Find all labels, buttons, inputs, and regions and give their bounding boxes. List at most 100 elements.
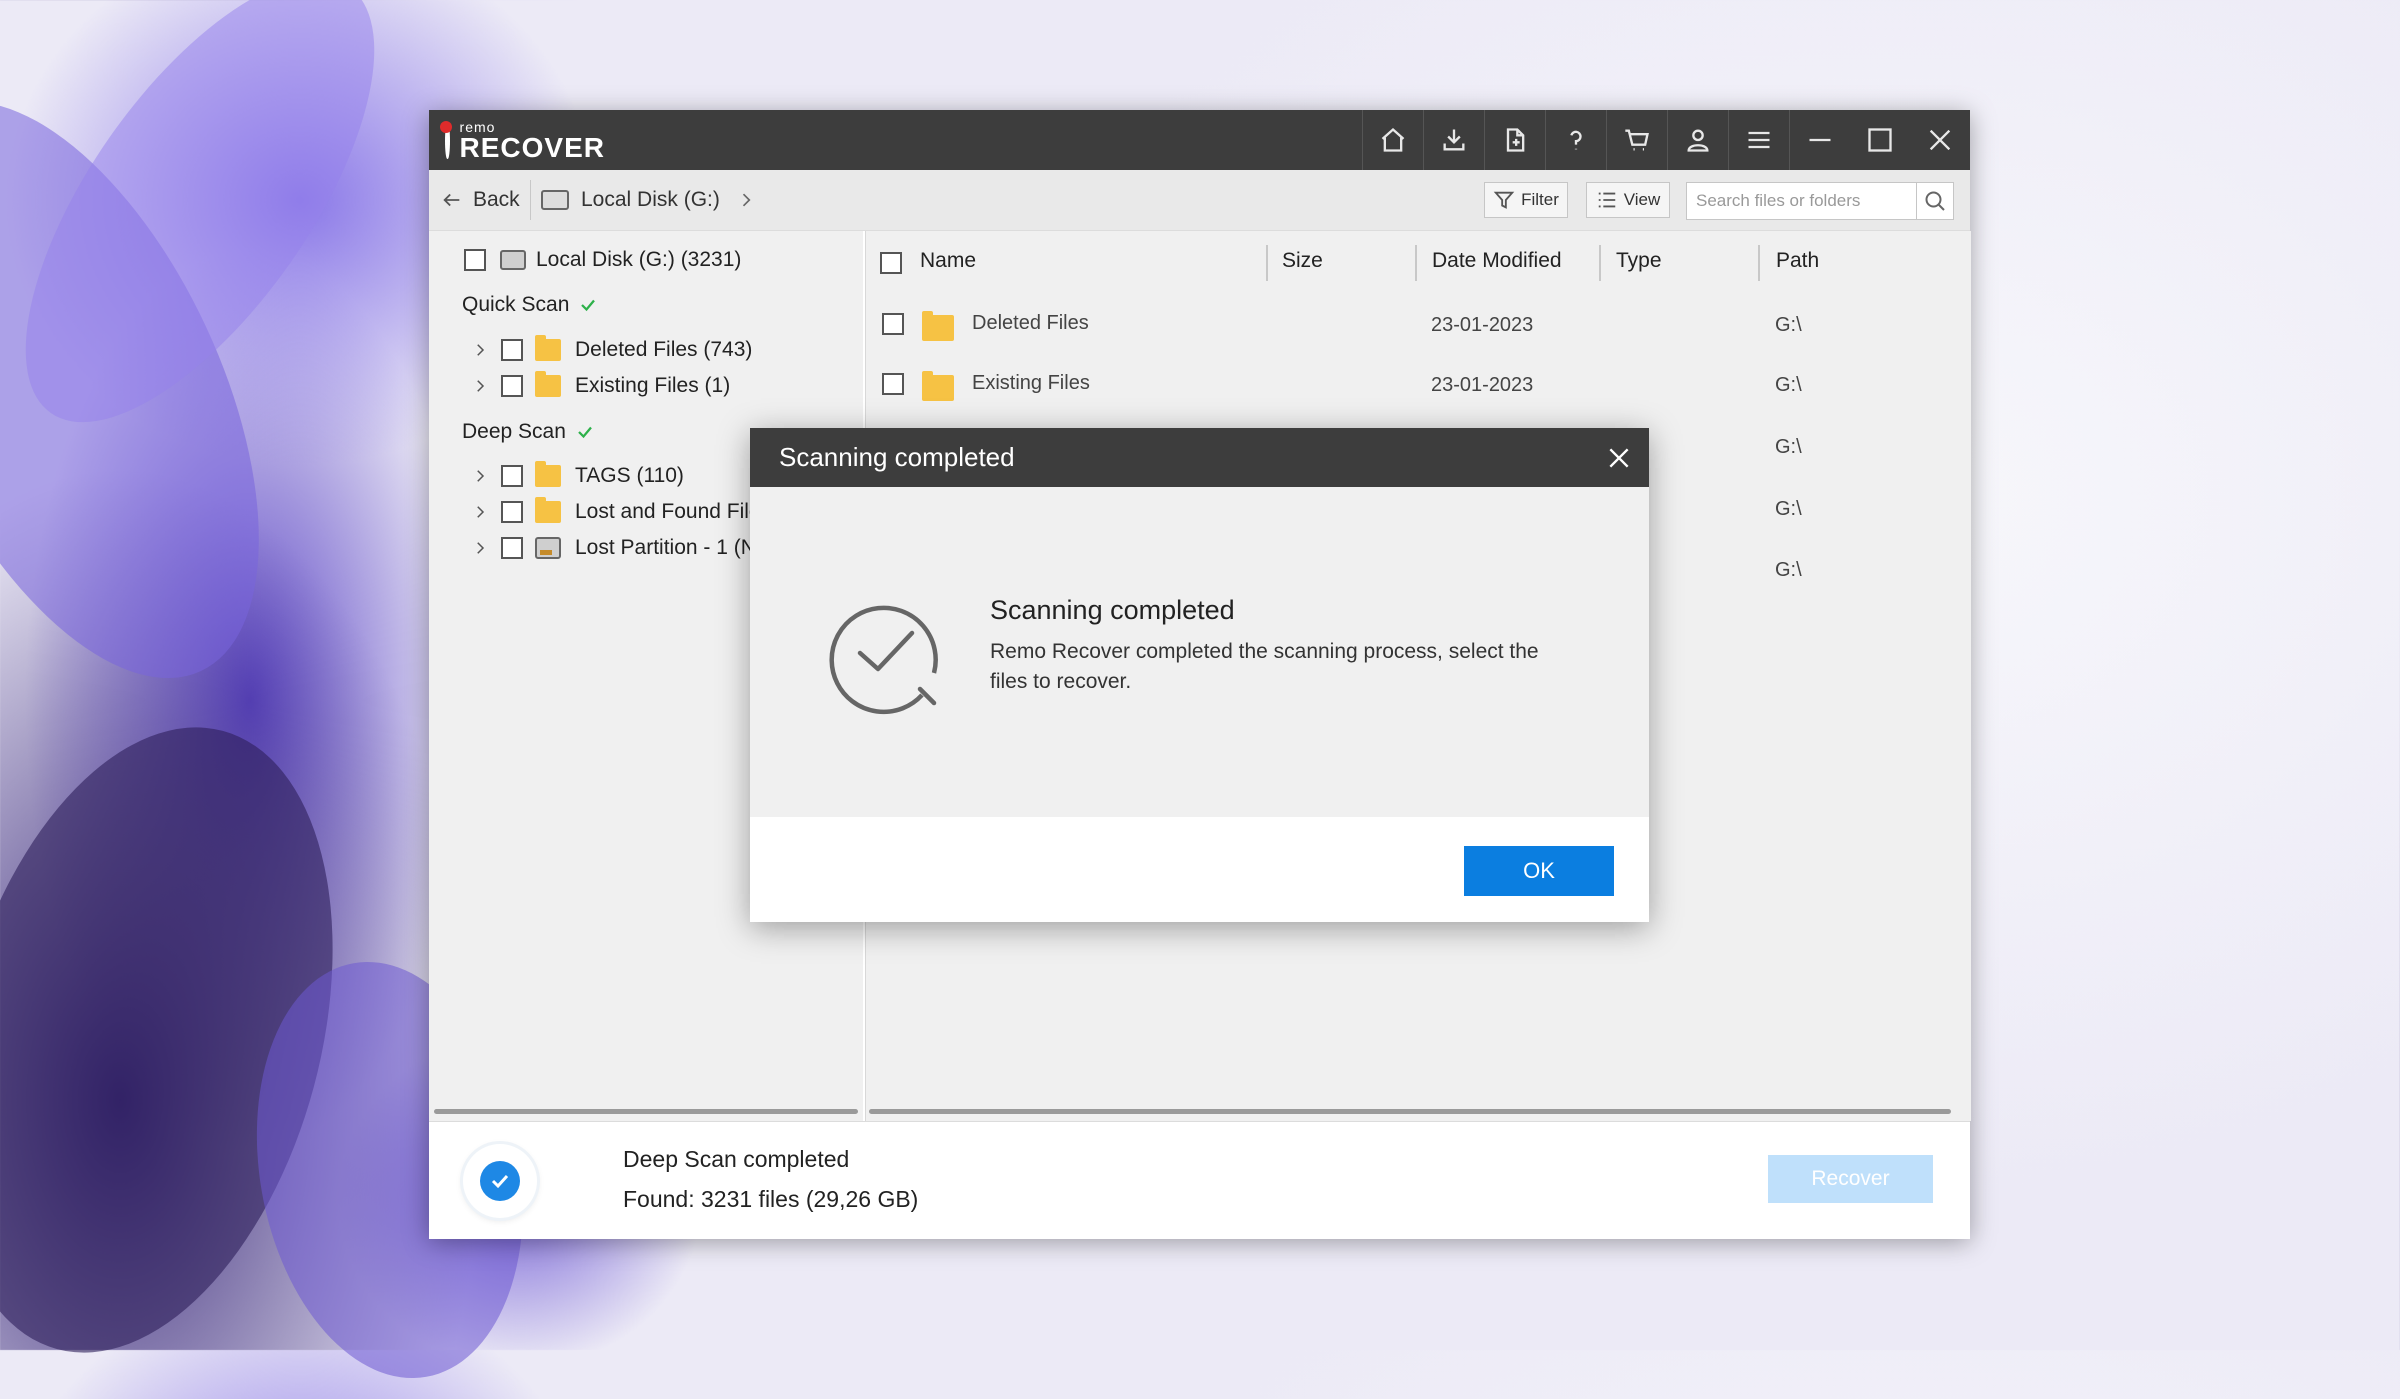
column-header-name[interactable]: Name — [920, 249, 976, 273]
chevron-right-icon[interactable] — [471, 377, 489, 395]
ok-button[interactable]: OK — [1464, 846, 1614, 896]
column-header-path[interactable]: Path — [1776, 249, 1819, 273]
user-icon — [1687, 129, 1709, 152]
checkbox[interactable] — [882, 373, 904, 395]
drive-icon — [500, 250, 526, 270]
column-divider[interactable] — [1415, 245, 1417, 281]
view-button[interactable]: View — [1586, 182, 1670, 218]
tree-item-label: Deleted Files (743) — [575, 338, 753, 361]
home-button[interactable] — [1362, 110, 1423, 170]
logo-big-text: RECOVER — [459, 132, 605, 163]
folder-icon — [535, 461, 561, 487]
tree-item-deleted-files[interactable]: Deleted Files (743) — [471, 335, 752, 365]
recover-button[interactable]: Recover — [1768, 1155, 1933, 1203]
arrow-left-icon — [443, 193, 460, 207]
checkbox[interactable] — [464, 249, 486, 271]
dialog-title-bar: Scanning completed — [750, 428, 1649, 487]
account-button[interactable] — [1667, 110, 1728, 170]
column-divider[interactable] — [1758, 245, 1760, 281]
column-divider[interactable] — [1266, 245, 1268, 281]
view-label: View — [1623, 190, 1661, 209]
chevron-right-icon — [742, 193, 751, 207]
checkmark-icon — [578, 426, 592, 439]
quick-scan-heading: Quick Scan — [462, 293, 597, 317]
list-view-icon — [1598, 192, 1615, 208]
folder-icon — [922, 311, 954, 341]
filter-icon — [1493, 191, 1515, 209]
back-button[interactable]: Back — [441, 184, 520, 216]
folder-icon — [922, 371, 954, 401]
table-header: Name Size Date Modified Type Path — [866, 231, 1971, 295]
partition-icon — [535, 537, 561, 559]
close-icon — [1929, 129, 1951, 151]
column-header-date[interactable]: Date Modified — [1432, 249, 1562, 273]
dialog-footer: OK — [750, 817, 1649, 922]
checkbox[interactable] — [501, 537, 523, 559]
folder-icon — [535, 497, 561, 523]
scan-complete-icon — [829, 605, 938, 715]
filter-button[interactable]: Filter — [1484, 182, 1568, 218]
drive-icon — [541, 190, 569, 210]
chevron-right-icon[interactable] — [471, 467, 489, 485]
help-button[interactable] — [1545, 110, 1606, 170]
column-header-size[interactable]: Size — [1282, 249, 1323, 273]
tree-item-tags[interactable]: TAGS (110) — [471, 461, 684, 491]
checkbox[interactable] — [501, 375, 523, 397]
column-header-type[interactable]: Type — [1616, 249, 1662, 273]
cell-path: G:\ — [1775, 374, 1802, 396]
menu-button[interactable] — [1728, 110, 1789, 170]
dialog-close-button[interactable] — [1603, 442, 1635, 474]
list-horizontal-scrollbar[interactable] — [869, 1109, 1951, 1114]
column-divider[interactable] — [1599, 245, 1601, 281]
dialog-message: Remo Recover completed the scanning proc… — [990, 640, 1539, 693]
download-icon — [1443, 129, 1465, 151]
download-button[interactable] — [1423, 110, 1484, 170]
checkbox[interactable] — [882, 313, 904, 335]
tree-horizontal-scrollbar[interactable] — [434, 1109, 858, 1114]
breadcrumb[interactable]: Local Disk (G:) — [541, 184, 756, 216]
select-all-checkbox[interactable] — [880, 252, 902, 274]
scan-complete-dialog: Scanning completed Scanning completed Re… — [750, 428, 1649, 922]
search-icon — [1925, 191, 1945, 211]
checkmark-icon — [581, 299, 596, 312]
chevron-right-icon[interactable] — [471, 341, 489, 359]
tree-item-existing-files[interactable]: Existing Files (1) — [471, 371, 730, 401]
title-bar: remo RECOVER — [429, 110, 1970, 170]
cell-date: 23-01-2023 — [1431, 314, 1534, 336]
minimize-icon — [1809, 138, 1831, 142]
logo-icon — [440, 121, 451, 159]
folder-icon — [535, 371, 561, 397]
tree-item-label: Existing Files (1) — [575, 374, 731, 397]
cart-button[interactable] — [1606, 110, 1667, 170]
folder-icon — [535, 335, 561, 361]
chevron-right-icon[interactable] — [471, 539, 489, 557]
deep-scan-heading: Deep Scan — [462, 420, 594, 444]
checkbox[interactable] — [501, 465, 523, 487]
status-bar: Deep Scan completed Found: 3231 files (2… — [429, 1121, 1970, 1239]
search-button[interactable] — [1916, 183, 1953, 219]
tree-item-lost-and-found[interactable]: Lost and Found Files — [471, 497, 771, 527]
tree-root-disk[interactable]: Local Disk (G:) (3231) — [464, 245, 741, 275]
minimize-button[interactable] — [1789, 110, 1850, 170]
maximize-button[interactable] — [1850, 110, 1910, 170]
dialog-title: Scanning completed — [779, 442, 1015, 472]
navigation-bar: Back Local Disk (G:) Filter View — [429, 170, 1970, 231]
export-button[interactable] — [1484, 110, 1545, 170]
tree-item-label: Lost Partition - 1 (N — [575, 536, 756, 559]
cell-name: Deleted Files — [972, 312, 1089, 334]
checkbox[interactable] — [501, 339, 523, 361]
cell-name: Existing Files — [972, 372, 1090, 394]
tree-item-lost-partition[interactable]: Lost Partition - 1 (N — [471, 533, 756, 563]
dialog-heading: Scanning completed — [990, 595, 1235, 625]
scan-status-icon — [463, 1144, 537, 1218]
window-close-button[interactable] — [1910, 110, 1970, 170]
table-row[interactable]: Existing Files 23-01-2023 G:\ — [866, 355, 1971, 413]
cell-path: G:\ — [1775, 314, 1802, 336]
maximize-icon — [1868, 128, 1892, 152]
search-input[interactable] — [1687, 183, 1913, 219]
checkbox[interactable] — [501, 501, 523, 523]
deep-scan-label: Deep Scan — [462, 420, 566, 443]
scan-status-title: Deep Scan completed — [623, 1146, 850, 1172]
table-row[interactable]: Deleted Files 23-01-2023 G:\ — [866, 295, 1971, 353]
chevron-right-icon[interactable] — [471, 503, 489, 521]
